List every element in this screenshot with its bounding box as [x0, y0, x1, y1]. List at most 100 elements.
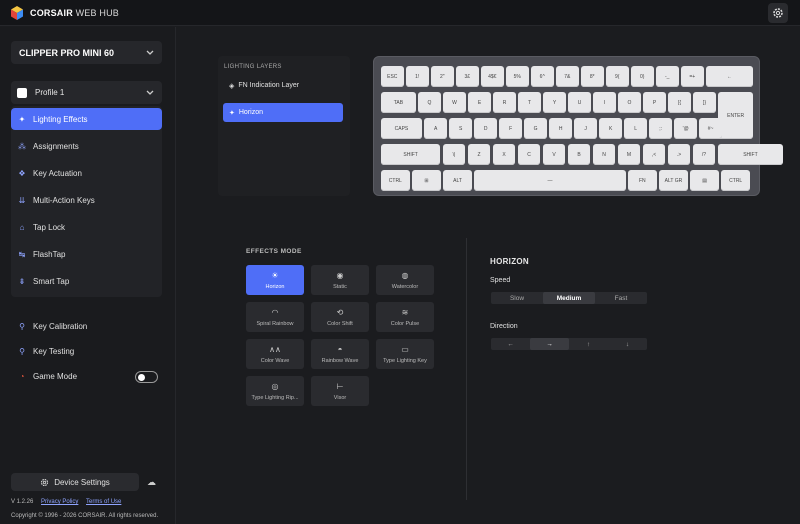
key[interactable]: D — [474, 118, 497, 139]
sidebar-item-smart-tap[interactable]: ⇟ Smart Tap — [11, 270, 162, 292]
direction-left-button[interactable]: ← — [491, 338, 530, 350]
key[interactable]: SHIFT — [381, 144, 441, 165]
key[interactable]: ;: — [649, 118, 672, 139]
key[interactable]: #~ — [699, 118, 722, 139]
key[interactable]: FN — [628, 170, 657, 191]
key[interactable]: 7& — [556, 66, 579, 87]
layer-fn-indication[interactable]: ◈ FN Indication Layer — [223, 76, 343, 95]
effect-spiral-rainbow[interactable]: ◠ Spiral Rainbow — [246, 302, 304, 332]
key[interactable]: Y — [543, 92, 566, 113]
key[interactable]: .> — [667, 144, 691, 165]
speed-option-fast[interactable]: Fast — [595, 292, 647, 304]
key[interactable]: 2" — [431, 66, 454, 87]
key[interactable]: 8* — [581, 66, 604, 87]
key[interactable]: 6^ — [531, 66, 554, 87]
key[interactable]: I — [593, 92, 616, 113]
key[interactable]: V — [542, 144, 566, 165]
key[interactable]: =+ — [681, 66, 704, 87]
sidebar-item-assignments[interactable]: ⁂ Assignments — [11, 135, 162, 157]
sidebar-item-multi-action-keys[interactable]: ⇊ Multi-Action Keys — [11, 189, 162, 211]
game-mode-toggle[interactable] — [135, 371, 158, 383]
key[interactable]: CTRL — [721, 170, 750, 191]
key[interactable]: A — [424, 118, 447, 139]
effect-watercolor[interactable]: ◍ Watercolor — [376, 265, 434, 295]
effect-color-pulse[interactable]: ≋ Color Pulse — [376, 302, 434, 332]
sidebar-item-key-calibration[interactable]: ⚲ Key Calibration — [11, 315, 162, 337]
key[interactable]: ← — [706, 66, 753, 87]
direction-right-button[interactable]: → — [530, 338, 569, 350]
key[interactable]: ]} — [693, 92, 716, 113]
key[interactable]: 0) — [631, 66, 654, 87]
key[interactable]: 4$€ — [481, 66, 504, 87]
cloud-sync-icon[interactable]: ☁ — [147, 477, 156, 488]
effect-static[interactable]: ◉ Static — [311, 265, 369, 295]
key[interactable]: F — [499, 118, 522, 139]
app-settings-button[interactable] — [768, 3, 788, 23]
key[interactable]: X — [492, 144, 516, 165]
key[interactable]: O — [618, 92, 641, 113]
key[interactable]: ⊞ — [412, 170, 441, 191]
key[interactable]: /? — [692, 144, 716, 165]
key[interactable]: ,< — [642, 144, 666, 165]
key[interactable]: SHIFT — [717, 144, 784, 165]
key[interactable]: 3£ — [456, 66, 479, 87]
key[interactable]: '@ — [674, 118, 697, 139]
direction-up-button[interactable]: ↑ — [569, 338, 608, 350]
key[interactable]: ENTER — [718, 92, 753, 139]
key[interactable]: 1! — [406, 66, 429, 87]
key[interactable]: G — [524, 118, 547, 139]
key[interactable]: B — [567, 144, 591, 165]
key[interactable]: — — [474, 170, 626, 191]
sidebar-item-key-actuation[interactable]: ❖ Key Actuation — [11, 162, 162, 184]
effect-color-wave[interactable]: ∧∧ Color Wave — [246, 339, 304, 369]
device-settings-button[interactable]: Device Settings — [11, 473, 139, 491]
effect-color-shift[interactable]: ⟲ Color Shift — [311, 302, 369, 332]
sidebar-item-key-testing[interactable]: ⚲ Key Testing — [11, 340, 162, 362]
sidebar-item-lighting-effects[interactable]: ✦ Lighting Effects — [11, 108, 162, 130]
key[interactable]: N — [592, 144, 616, 165]
key[interactable]: M — [617, 144, 641, 165]
key[interactable]: 5% — [506, 66, 529, 87]
key[interactable]: H — [549, 118, 572, 139]
device-select[interactable]: CLIPPER PRO MINI 60 — [11, 41, 162, 64]
key[interactable]: L — [624, 118, 647, 139]
key[interactable]: -_ — [656, 66, 679, 87]
effect-type-key[interactable]: ▭ Type Lighting Key — [376, 339, 434, 369]
effect-horizon[interactable]: ☀ Horizon — [246, 265, 304, 295]
speed-option-slow[interactable]: Slow — [491, 292, 543, 304]
direction-down-button[interactable]: ↓ — [608, 338, 647, 350]
key[interactable]: 9( — [606, 66, 629, 87]
key[interactable]: ▤ — [690, 170, 719, 191]
privacy-policy-link[interactable]: Privacy Policy — [41, 499, 78, 505]
key[interactable]: P — [643, 92, 666, 113]
key[interactable]: Z — [467, 144, 491, 165]
key[interactable]: J — [574, 118, 597, 139]
key[interactable]: ESC — [381, 66, 404, 87]
key[interactable]: ALT — [443, 170, 472, 191]
terms-of-use-link[interactable]: Terms of Use — [86, 499, 121, 505]
sidebar-item-tap-lock[interactable]: ⌂ Tap Lock — [11, 216, 162, 238]
key[interactable]: K — [599, 118, 622, 139]
key[interactable]: \| — [442, 144, 466, 165]
key[interactable]: [{ — [668, 92, 691, 113]
key[interactable]: ALT GR — [659, 170, 688, 191]
key[interactable]: S — [449, 118, 472, 139]
effect-visor[interactable]: ⊢ Visor — [311, 376, 369, 406]
key[interactable]: R — [493, 92, 516, 113]
key[interactable]: CAPS — [381, 118, 422, 139]
effect-type-ripple[interactable]: ◎ Type Lighting Rip... — [246, 376, 304, 406]
key[interactable]: W — [443, 92, 466, 113]
effect-rainbow-wave[interactable]: ◓ Rainbow Wave — [311, 339, 369, 369]
key[interactable]: T — [518, 92, 541, 113]
profile-select[interactable]: Profile 1 — [11, 81, 162, 104]
speed-option-medium[interactable]: Medium — [543, 292, 595, 304]
app-title: CORSAIR WEB HUB — [30, 8, 120, 18]
layer-horizon[interactable]: ✦ Horizon — [223, 103, 343, 122]
key[interactable]: U — [568, 92, 591, 113]
key[interactable]: Q — [418, 92, 441, 113]
key[interactable]: C — [517, 144, 541, 165]
key[interactable]: TAB — [381, 92, 416, 113]
key[interactable]: E — [468, 92, 491, 113]
sidebar-item-flashtap[interactable]: ↹ FlashTap — [11, 243, 162, 265]
key[interactable]: CTRL — [381, 170, 410, 191]
